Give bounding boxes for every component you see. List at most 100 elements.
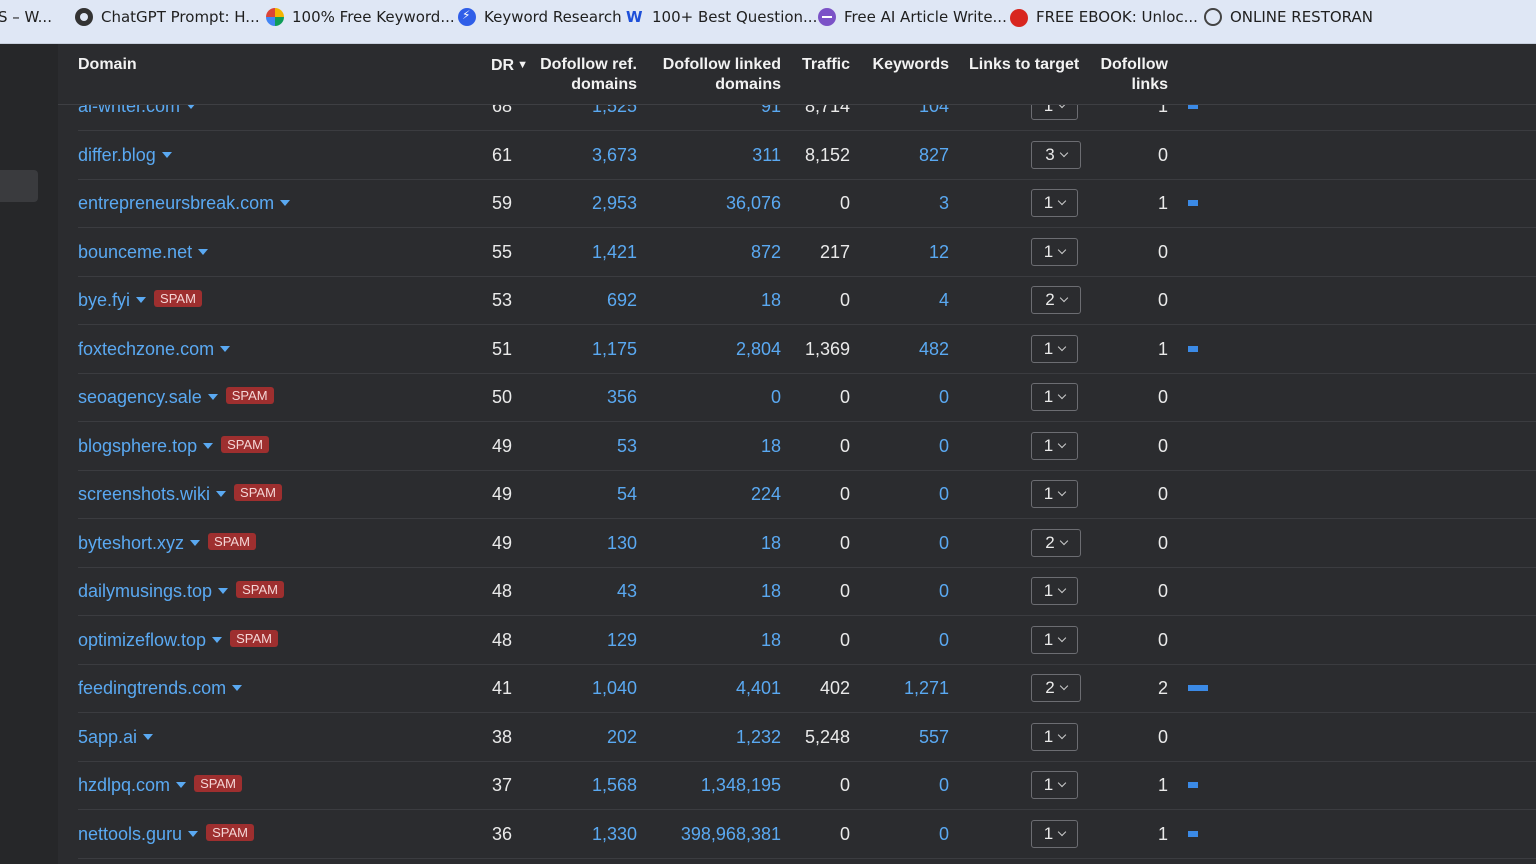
cell-dofollow-linked-domains[interactable]: 311 bbox=[638, 131, 781, 179]
header-dofollow-ref-domains[interactable]: Dofollow ref. domains bbox=[528, 55, 637, 95]
cell-dofollow-ref-domains[interactable]: 1,568 bbox=[518, 761, 637, 809]
bookmark-free-keyword[interactable]: 100% Free Keyword... bbox=[266, 0, 455, 34]
domain-link[interactable]: hzdlpq.com bbox=[78, 775, 170, 795]
domain-menu-caret-icon[interactable] bbox=[218, 588, 229, 594]
links-to-target-dropdown[interactable]: 1 bbox=[1031, 189, 1078, 217]
domain-link[interactable]: foxtechzone.com bbox=[78, 339, 214, 359]
cell-keywords[interactable]: 0 bbox=[858, 519, 949, 567]
domain-menu-caret-icon[interactable] bbox=[143, 733, 154, 740]
bookmark-ai-article-writer[interactable]: Free AI Article Write... bbox=[818, 0, 1007, 34]
cell-dofollow-ref-domains[interactable]: 1,421 bbox=[518, 228, 637, 276]
cell-dofollow-ref-domains[interactable]: 129 bbox=[518, 616, 637, 664]
sidebar-active-item[interactable] bbox=[0, 170, 38, 202]
cell-dofollow-linked-domains[interactable]: 18 bbox=[638, 519, 781, 567]
domain-link[interactable]: feedingtrends.com bbox=[78, 678, 226, 698]
cell-keywords[interactable]: 482 bbox=[858, 325, 949, 373]
domain-link[interactable]: screenshots.wiki bbox=[78, 484, 210, 504]
cell-dofollow-linked-domains[interactable]: 18 bbox=[638, 616, 781, 664]
bookmark-free-ebook[interactable]: FREE EBOOK: Unloc... bbox=[1010, 0, 1198, 34]
cell-dofollow-linked-domains[interactable]: 4,401 bbox=[638, 664, 781, 712]
cell-dofollow-linked-domains[interactable]: 36,076 bbox=[638, 179, 781, 227]
bookmark-keyword-research[interactable]: Keyword Research bbox=[458, 0, 622, 34]
cell-dofollow-linked-domains[interactable]: 1,348,195 bbox=[638, 761, 781, 809]
cell-dofollow-linked-domains[interactable]: 224 bbox=[638, 470, 781, 518]
cell-dofollow-linked-domains[interactable]: 18 bbox=[638, 422, 781, 470]
cell-keywords[interactable]: 0 bbox=[858, 422, 949, 470]
links-to-target-dropdown[interactable]: 1 bbox=[1031, 625, 1078, 654]
cell-keywords[interactable]: 3 bbox=[858, 179, 949, 227]
links-to-target-dropdown[interactable]: 2 bbox=[1031, 528, 1081, 557]
domain-menu-caret-icon[interactable] bbox=[207, 394, 218, 400]
domain-menu-caret-icon[interactable] bbox=[190, 539, 201, 546]
links-to-target-dropdown[interactable]: 1 bbox=[1031, 431, 1078, 460]
cell-dofollow-ref-domains[interactable]: 356 bbox=[518, 373, 637, 421]
domain-menu-caret-icon[interactable] bbox=[198, 248, 209, 255]
domain-link[interactable]: differ.blog bbox=[78, 145, 156, 165]
domain-link[interactable]: seoagency.sale bbox=[78, 387, 202, 407]
cell-dofollow-linked-domains[interactable]: 872 bbox=[638, 228, 781, 276]
cell-keywords[interactable]: 557 bbox=[858, 713, 949, 761]
links-to-target-dropdown[interactable]: 1 bbox=[1031, 334, 1078, 363]
domain-menu-caret-icon[interactable] bbox=[203, 442, 214, 449]
header-keywords[interactable]: Keywords bbox=[858, 55, 949, 75]
domain-link[interactable]: optimizeflow.top bbox=[78, 630, 206, 650]
header-domain[interactable]: Domain bbox=[78, 55, 137, 75]
domain-link[interactable]: bye.fyi bbox=[78, 290, 130, 310]
links-to-target-dropdown[interactable]: 2 bbox=[1031, 286, 1081, 314]
cell-dofollow-ref-domains[interactable]: 202 bbox=[518, 713, 637, 761]
header-dofollow-linked-domains[interactable]: Dofollow linked domains bbox=[648, 55, 781, 95]
bookmark-best-question[interactable]: W 100+ Best Question... bbox=[626, 0, 817, 34]
cell-dofollow-linked-domains[interactable]: 18 bbox=[638, 276, 781, 324]
cell-dofollow-ref-domains[interactable]: 3,673 bbox=[518, 131, 637, 179]
cell-dofollow-ref-domains[interactable]: 43 bbox=[518, 567, 637, 615]
header-dofollow-links[interactable]: Dofollow links bbox=[1088, 55, 1168, 95]
domain-link[interactable]: nettools.guru bbox=[78, 824, 182, 844]
cell-dofollow-ref-domains[interactable]: 2,953 bbox=[518, 179, 637, 227]
cell-dofollow-linked-domains[interactable]: 398,968,381 bbox=[638, 810, 781, 858]
domain-menu-caret-icon[interactable] bbox=[216, 491, 227, 497]
cell-dofollow-ref-domains[interactable]: 1,175 bbox=[518, 325, 637, 373]
cell-keywords[interactable]: 4 bbox=[858, 276, 949, 324]
domain-link[interactable]: entrepreneursbreak.com bbox=[78, 193, 274, 213]
header-traffic[interactable]: Traffic bbox=[788, 55, 850, 75]
cell-dofollow-linked-domains[interactable]: 0 bbox=[638, 373, 781, 421]
cell-keywords[interactable]: 0 bbox=[858, 470, 949, 518]
cell-keywords[interactable]: 12 bbox=[858, 228, 949, 276]
cell-keywords[interactable]: 0 bbox=[858, 373, 949, 421]
links-to-target-dropdown[interactable]: 1 bbox=[1031, 577, 1078, 605]
domain-menu-caret-icon[interactable] bbox=[212, 636, 223, 643]
links-to-target-dropdown[interactable]: 1 bbox=[1031, 819, 1078, 848]
cell-keywords[interactable]: 827 bbox=[858, 131, 949, 179]
cell-dofollow-ref-domains[interactable]: 53 bbox=[518, 422, 637, 470]
cell-dofollow-ref-domains[interactable]: 1,040 bbox=[518, 664, 637, 712]
cell-dofollow-ref-domains[interactable]: 1,330 bbox=[518, 810, 637, 858]
domain-link[interactable]: 5app.ai bbox=[78, 727, 137, 747]
domain-menu-caret-icon[interactable] bbox=[161, 151, 172, 158]
header-dr[interactable]: DR ▼ bbox=[478, 55, 528, 76]
links-to-target-dropdown[interactable]: 1 bbox=[1031, 771, 1078, 799]
domain-menu-caret-icon[interactable] bbox=[280, 200, 291, 206]
cell-dofollow-linked-domains[interactable]: 2,804 bbox=[638, 325, 781, 373]
domain-link[interactable]: bounceme.net bbox=[78, 242, 192, 262]
cell-keywords[interactable]: 0 bbox=[858, 567, 949, 615]
domain-menu-caret-icon[interactable] bbox=[136, 297, 147, 303]
links-to-target-dropdown[interactable]: 1 bbox=[1031, 383, 1078, 411]
cell-dofollow-linked-domains[interactable]: 1,232 bbox=[638, 713, 781, 761]
header-links-to-target[interactable]: Links to target bbox=[969, 55, 1079, 75]
domain-link[interactable]: byteshort.xyz bbox=[78, 533, 184, 553]
bookmark-folder-online-restoran[interactable]: ONLINE RESTORAN bbox=[1204, 0, 1373, 34]
links-to-target-dropdown[interactable]: 1 bbox=[1031, 722, 1078, 751]
domain-menu-caret-icon[interactable] bbox=[176, 782, 187, 788]
cell-keywords[interactable]: 0 bbox=[858, 616, 949, 664]
cell-keywords[interactable]: 0 bbox=[858, 761, 949, 809]
domain-menu-caret-icon[interactable] bbox=[188, 830, 199, 837]
cell-dofollow-ref-domains[interactable]: 130 bbox=[518, 519, 637, 567]
domain-link[interactable]: dailymusings.top bbox=[78, 581, 212, 601]
links-to-target-dropdown[interactable]: 1 bbox=[1031, 237, 1078, 266]
links-to-target-dropdown[interactable]: 2 bbox=[1031, 674, 1081, 702]
bookmark-chatgpt-prompt[interactable]: ChatGPT Prompt: H... bbox=[75, 0, 260, 34]
cell-dofollow-ref-domains[interactable]: 692 bbox=[518, 276, 637, 324]
domain-link[interactable]: blogsphere.top bbox=[78, 436, 197, 456]
domain-menu-caret-icon[interactable] bbox=[220, 345, 231, 352]
cell-keywords[interactable]: 0 bbox=[858, 810, 949, 858]
